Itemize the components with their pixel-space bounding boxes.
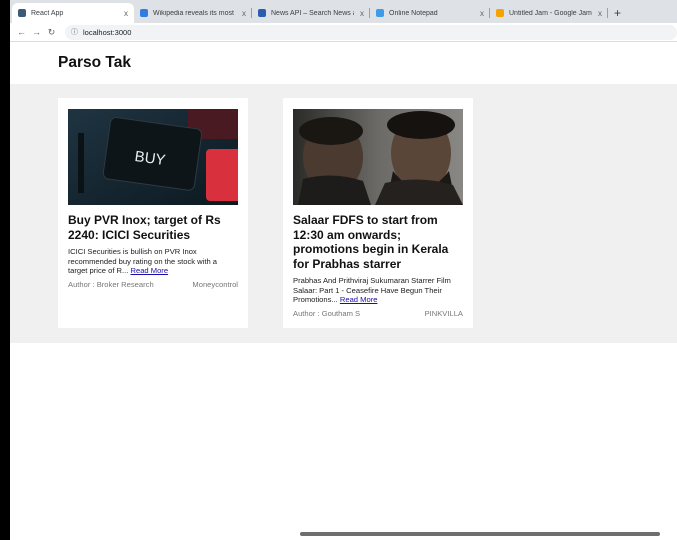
close-icon[interactable]: x	[122, 9, 130, 18]
tab-title: News API – Search News and	[271, 9, 354, 17]
document-favicon-icon	[258, 9, 266, 17]
browser-window: React App x Wikipedia reveals its most v…	[10, 0, 677, 540]
info-icon[interactable]: ⓘ	[71, 27, 78, 37]
article-source: PINKVILLA	[424, 309, 463, 318]
close-icon[interactable]: x	[478, 9, 486, 18]
notepad-favicon-icon	[376, 9, 384, 17]
tab-title: Wikipedia reveals its most vie	[153, 9, 236, 17]
article-description: Prabhas And Prithviraj Sukumaran Starrer…	[293, 276, 451, 305]
article-author: Author : Broker Research	[68, 280, 154, 289]
news-grid: BUY Buy PVR Inox; target of Rs 2240: ICI…	[10, 84, 677, 343]
read-more-link[interactable]: Read More	[130, 266, 168, 275]
close-icon[interactable]: x	[596, 9, 604, 18]
browser-toolbar: ← → ↻ ⓘ localhost:3000	[10, 23, 677, 42]
article-meta: Author : Broker Research Moneycontrol	[68, 280, 238, 289]
news-card: BUY Buy PVR Inox; target of Rs 2240: ICI…	[58, 98, 248, 328]
url-text: localhost:3000	[83, 27, 132, 37]
article-image: BUY	[68, 109, 238, 205]
jamboard-favicon-icon	[496, 9, 504, 17]
tab-title: Untitled Jam - Google Jambo	[509, 9, 592, 17]
article-author: Author : Goutham S	[293, 309, 361, 318]
news-card: Salaar FDFS to start from 12:30 am onwar…	[283, 98, 473, 328]
tab-google-jamboard[interactable]: Untitled Jam - Google Jambo x	[490, 3, 608, 23]
horizontal-scrollbar[interactable]	[300, 532, 660, 536]
tab-online-notepad[interactable]: Online Notepad x	[370, 3, 490, 23]
site-brand: Parso Tak	[58, 54, 131, 71]
article-meta: Author : Goutham S PINKVILLA	[293, 309, 463, 318]
article-title[interactable]: Salaar FDFS to start from 12:30 am onwar…	[293, 213, 463, 271]
tab-news-api[interactable]: News API – Search News and x	[252, 3, 370, 23]
tab-separator	[607, 8, 608, 18]
article-source: Moneycontrol	[192, 280, 238, 289]
close-icon[interactable]: x	[240, 9, 248, 18]
tab-react-app[interactable]: React App x	[12, 3, 134, 23]
tab-wikipedia[interactable]: Wikipedia reveals its most vie x	[134, 3, 252, 23]
site-header: Parso Tak	[10, 42, 677, 84]
address-bar[interactable]: ⓘ localhost:3000	[65, 24, 677, 40]
tab-title: React App	[31, 9, 64, 17]
article-description: ICICI Securities is bullish on PVR Inox …	[68, 247, 218, 276]
back-arrow-icon[interactable]: ←	[14, 27, 29, 37]
react-favicon-icon	[18, 9, 26, 17]
close-icon[interactable]: x	[358, 9, 366, 18]
tab-strip: React App x Wikipedia reveals its most v…	[10, 0, 677, 23]
new-tab-button[interactable]: +	[608, 3, 627, 23]
article-image	[293, 109, 463, 205]
article-title[interactable]: Buy PVR Inox; target of Rs 2240: ICICI S…	[68, 213, 238, 242]
tab-title: Online Notepad	[389, 9, 438, 17]
forward-arrow-icon[interactable]: →	[29, 27, 44, 37]
web-favicon-icon	[140, 9, 148, 17]
reload-icon[interactable]: ↻	[44, 27, 59, 38]
read-more-link[interactable]: Read More	[340, 295, 378, 304]
